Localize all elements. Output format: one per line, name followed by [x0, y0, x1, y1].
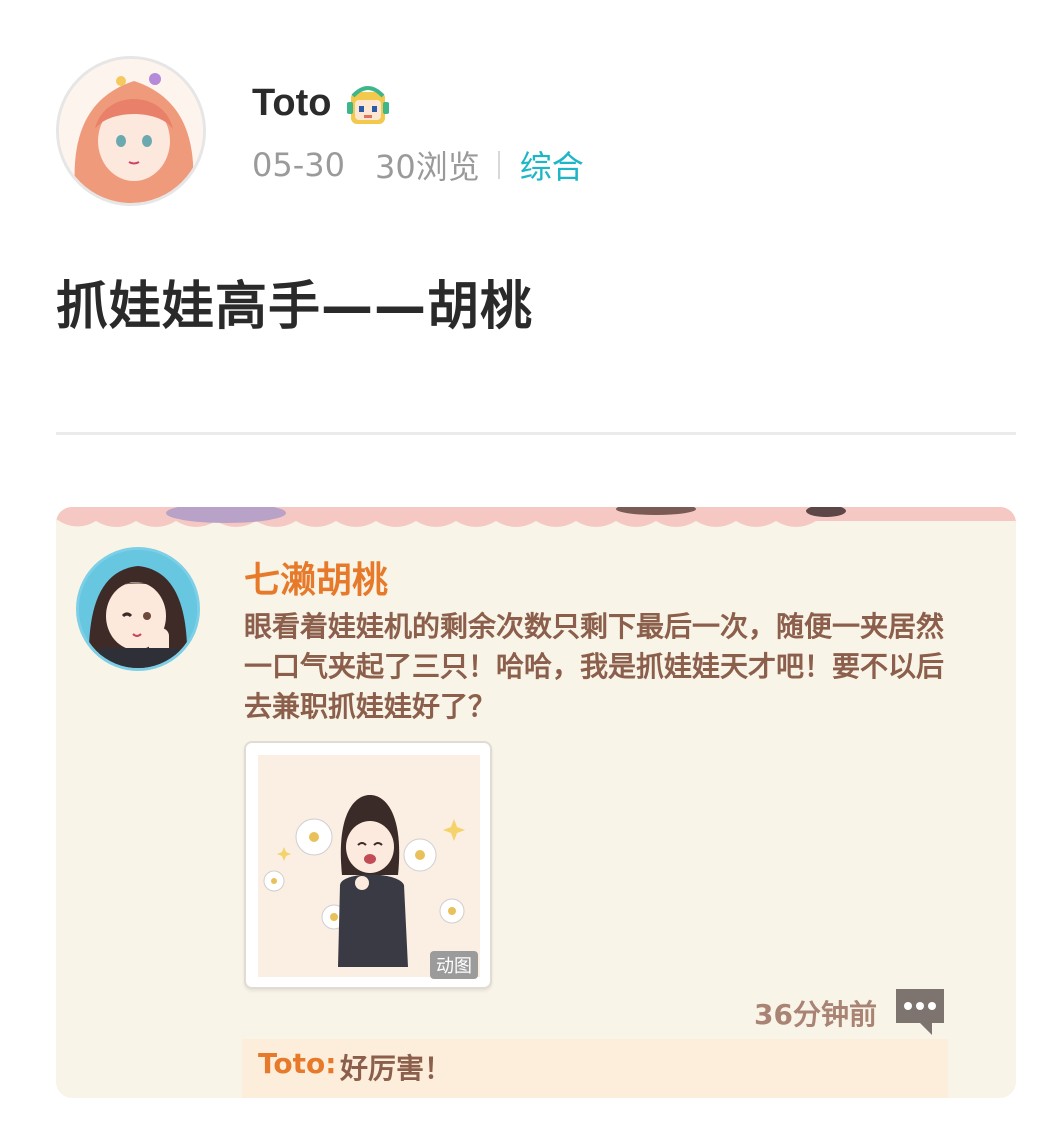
post-title: 抓娃娃高手——胡桃	[56, 277, 534, 337]
divider	[56, 432, 1016, 435]
sender-name: 七濑胡桃	[244, 560, 389, 601]
category-link[interactable]: 综合	[520, 142, 584, 188]
reply-bar: Toto: 好厉害！	[242, 1039, 948, 1098]
author-name[interactable]: Toto	[252, 82, 331, 125]
meta-separator	[497, 151, 500, 179]
embedded-screenshot-card: 七濑胡桃 眼看着娃娃机的剩余次数只剩下最后一次，随便一夹居然一口气夹起了三只！哈…	[56, 507, 1016, 1098]
sticker-image	[258, 755, 480, 977]
sticker-thumbnail[interactable]: 动图	[244, 741, 492, 989]
message-time: 36分钟前	[754, 998, 877, 1031]
pixel-girl-badge-icon	[343, 78, 393, 128]
author-row: Toto	[252, 78, 393, 128]
post-views: 30浏览	[374, 148, 480, 186]
reply-text: 好厉害！	[340, 1052, 453, 1085]
sender-avatar[interactable]	[76, 547, 200, 671]
post-header: Toto 05-30 30浏览 综合	[56, 56, 1016, 206]
author-avatar[interactable]	[56, 56, 206, 206]
gif-badge: 动图	[430, 951, 478, 979]
message-text: 眼看着娃娃机的剩余次数只剩下最后一次，随便一夹居然一口气夹起了三只！哈哈，我是抓…	[244, 610, 945, 723]
speech-bubble-dots-icon[interactable]	[892, 985, 948, 1037]
post-meta: 05-30 30浏览 综合	[252, 142, 584, 188]
reply-author: Toto:	[258, 1047, 337, 1080]
card-banner	[56, 507, 1016, 533]
post-date: 05-30	[252, 146, 345, 184]
